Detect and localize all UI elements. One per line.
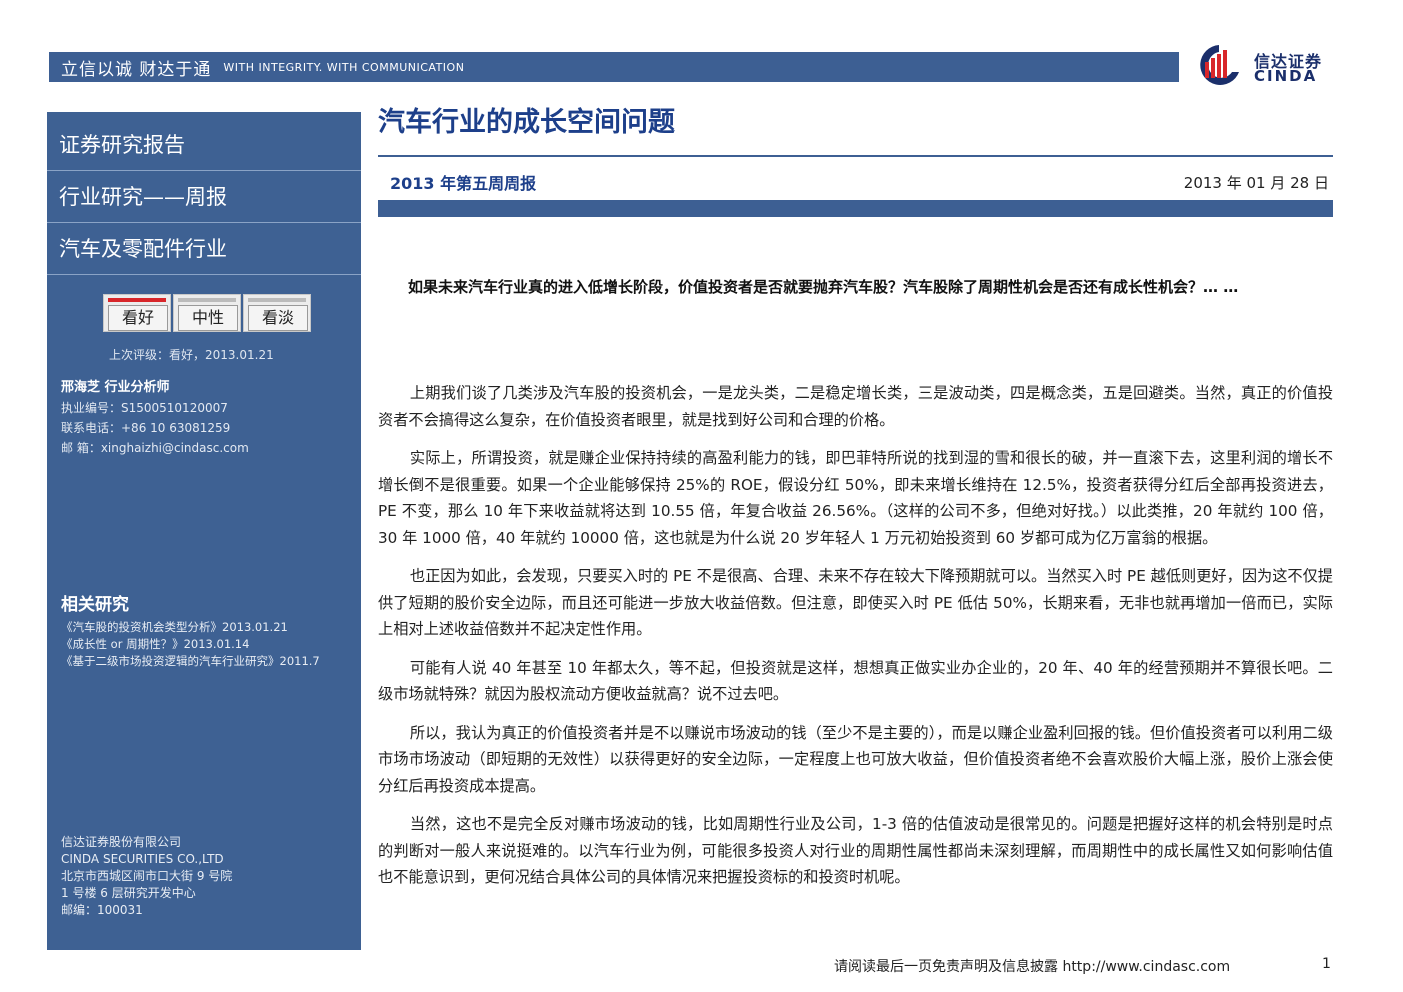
rating-indicator-bar	[178, 298, 236, 302]
analyst-info: 邢海芝 行业分析师 执业编号：S1500510120007 联系电话：+86 1…	[61, 378, 249, 458]
rating-indicator-bar	[108, 298, 166, 302]
company-info: 信达证券股份有限公司 CINDA SECURITIES CO.,LTD 北京市西…	[61, 834, 232, 919]
body-paragraph: 当然，这也不是完全反对赚市场波动的钱，比如周期性行业及公司，1-3 倍的估值波动…	[378, 815, 1333, 886]
rating-indicator-bar	[248, 298, 306, 302]
report-date: 2013 年 01 月 28 日	[1183, 174, 1329, 192]
rating-negative: 看淡	[243, 294, 311, 332]
body-paragraph: 实际上，所谓投资，就是赚企业保持持续的高盈利能力的钱，即巴菲特所说的找到湿的雪和…	[378, 449, 1333, 547]
report-type: 证券研究报告	[47, 120, 361, 171]
rating-label: 看淡	[248, 305, 308, 331]
analyst-name: 邢海芝 行业分析师	[61, 380, 170, 395]
rating-label: 看好	[108, 305, 168, 331]
page-number: 1	[1322, 956, 1331, 972]
cinda-logo-icon	[1200, 45, 1239, 85]
footer-notice[interactable]: 请阅读最后一页免责声明及信息披露 http://www.cindasc.com	[834, 956, 1230, 976]
date-divider-bar	[378, 200, 1333, 217]
company-address-line2: 1 号楼 6 层研究开发中心	[61, 886, 196, 900]
analyst-phone: 联系电话：+86 10 63081259	[61, 421, 231, 435]
report-title: 汽车行业的成长空间问题	[378, 107, 675, 138]
logo-text-en: CINDA	[1254, 67, 1318, 85]
slogan-en: WITH INTEGRITY. WITH COMMUNICATION	[223, 60, 465, 74]
company-postcode: 邮编：100031	[61, 903, 143, 917]
company-address-line1: 北京市西城区闹市口大街 9 号院	[61, 869, 233, 883]
report-category: 行业研究——周报	[47, 172, 361, 223]
analyst-license: 执业编号：S1500510120007	[61, 401, 228, 415]
analyst-email[interactable]: 邮 箱：xinghaizhi@cindasc.com	[61, 438, 249, 458]
report-subtitle: 2013 年第五周周报	[390, 174, 537, 193]
related-research-title: 相关研究	[61, 595, 129, 615]
body-paragraph: 上期我们谈了几类涉及汽车股的投资机会，一是龙头类，二是稳定增长类，三是波动类，四…	[378, 384, 1333, 429]
header-banner: 立信以诚 财达于通 WITH INTEGRITY. WITH COMMUNICA…	[49, 52, 1179, 82]
body-paragraph: 也正因为如此，会发现，只要买入时的 PE 不是很高、合理、未来不存在较大下降预期…	[378, 567, 1333, 638]
body-paragraph: 可能有人说 40 年甚至 10 年都太久，等不起，但投资就是这样，想想真正做实业…	[378, 658, 1333, 704]
report-summary: 如果未来汽车行业真的进入低增长阶段，价值投资者是否就要抛弃汽车股？汽车股除了周期…	[408, 278, 1239, 296]
slogan-cn: 立信以诚 财达于通	[61, 59, 212, 80]
related-research-item[interactable]: 《汽车股的投资机会类型分析》2013.01.21	[61, 619, 320, 636]
body-paragraph: 所以，我认为真正的价值投资者并是不以赚说市场波动的钱（至少不是主要的），而是以赚…	[378, 723, 1333, 795]
related-research-item[interactable]: 《成长性 or 周期性？》2013.01.14	[61, 636, 320, 653]
related-research-item[interactable]: 《基于二级市场投资逻辑的汽车行业研究》2011.7	[61, 653, 320, 670]
company-name-cn: 信达证券股份有限公司	[61, 835, 182, 849]
rating-positive: 看好	[103, 294, 171, 332]
rating-neutral: 中性	[173, 294, 241, 332]
sidebar: 证券研究报告 行业研究——周报 汽车及零配件行业 看好 中性 看淡 上次评级：看…	[47, 112, 361, 950]
rating-label: 中性	[178, 305, 238, 331]
report-body: 上期我们谈了几类涉及汽车股的投资机会，一是龙头类，二是稳定增长类，三是波动类，四…	[378, 380, 1333, 903]
rating-selector: 看好 中性 看淡	[103, 294, 313, 334]
last-rating: 上次评级：看好，2013.01.21	[109, 348, 274, 362]
industry-name: 汽车及零配件行业	[47, 224, 361, 275]
title-divider	[378, 155, 1333, 157]
related-research: 相关研究 《汽车股的投资机会类型分析》2013.01.21 《成长性 or 周期…	[61, 590, 320, 670]
company-name-en: CINDA SECURITIES CO.,LTD	[61, 852, 224, 866]
cinda-logo: 信达证券 CINDA	[1192, 42, 1342, 88]
